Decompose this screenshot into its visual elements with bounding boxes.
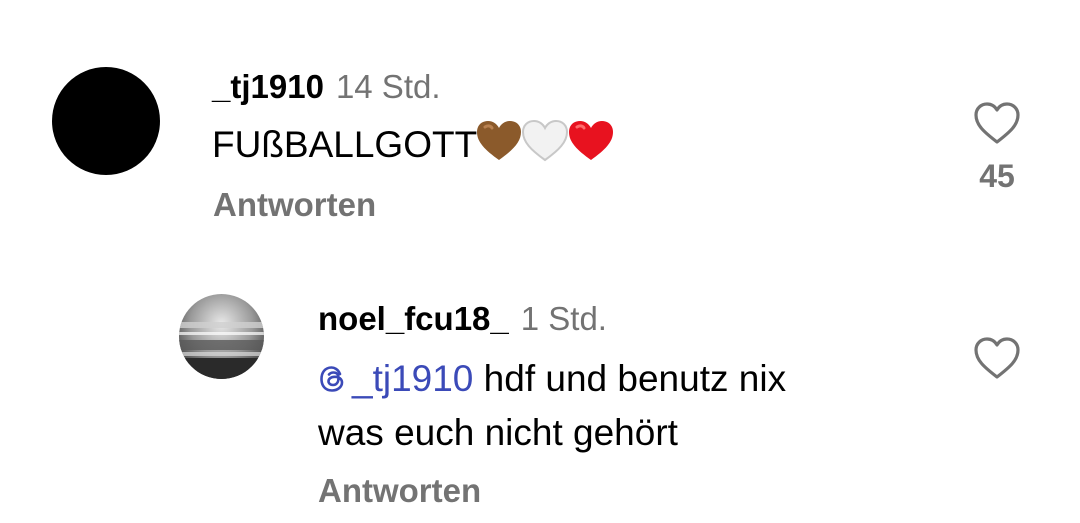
username[interactable]: noel_fcu18_ bbox=[318, 300, 509, 337]
comment-text-line2: was euch nicht gehört bbox=[318, 412, 678, 453]
comment-text: FUßBALLGOTT bbox=[212, 118, 615, 172]
comment-header: noel_fcu18_ 1 Std. bbox=[318, 302, 607, 335]
username[interactable]: _tj1910 bbox=[212, 68, 324, 105]
mention-username: _tj1910 bbox=[352, 358, 474, 399]
timestamp: 14 Std. bbox=[335, 68, 441, 105]
heart-outline-icon[interactable] bbox=[967, 100, 1027, 146]
comment-text-line1: hdf und benutz nix bbox=[483, 358, 787, 399]
mention-link[interactable]: _tj1910 bbox=[318, 358, 473, 399]
timestamp: 1 Std. bbox=[520, 300, 607, 337]
like-button[interactable]: 45 bbox=[967, 100, 1027, 192]
reply-button[interactable]: Antworten bbox=[318, 474, 481, 507]
reply-button[interactable]: Antworten bbox=[213, 188, 376, 221]
comment-text-content: FUßBALLGOTT bbox=[212, 124, 478, 165]
avatar[interactable] bbox=[52, 67, 160, 175]
comment-text: _tj1910 hdf und benutz nix was euch nich… bbox=[318, 352, 786, 460]
like-button[interactable] bbox=[967, 335, 1027, 381]
red-heart-icon bbox=[567, 119, 615, 163]
avatar[interactable] bbox=[179, 294, 264, 379]
heart-outline-icon[interactable] bbox=[967, 335, 1027, 381]
white-heart-icon bbox=[521, 119, 569, 163]
brown-heart-icon bbox=[475, 119, 523, 163]
threads-icon bbox=[318, 355, 348, 392]
like-count: 45 bbox=[979, 158, 1015, 194]
comment-header: _tj1910 14 Std. bbox=[212, 70, 441, 103]
